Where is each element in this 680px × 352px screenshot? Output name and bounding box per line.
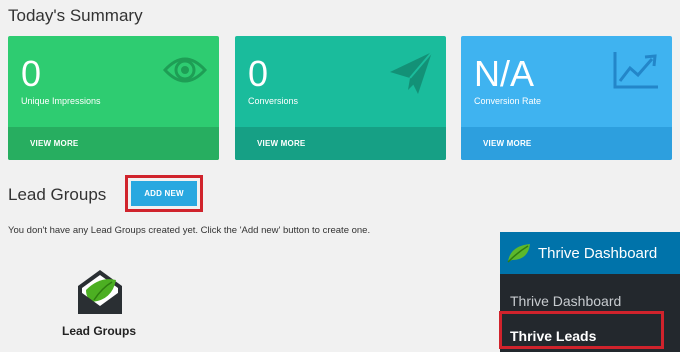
conversions-card: 0 Conversions VIEW MORE bbox=[235, 36, 446, 160]
leaf-icon bbox=[506, 242, 532, 264]
view-more-button[interactable]: VIEW MORE bbox=[235, 127, 446, 160]
eye-icon bbox=[162, 50, 208, 95]
view-more-button[interactable]: VIEW MORE bbox=[461, 127, 672, 160]
view-more-button[interactable]: VIEW MORE bbox=[8, 127, 219, 160]
unique-impressions-card: 0 Unique Impressions VIEW MORE bbox=[8, 36, 219, 160]
menu-item-thrive-dashboard[interactable]: Thrive Dashboard bbox=[510, 293, 621, 309]
summary-title: Today's Summary bbox=[8, 6, 143, 25]
card-label: Conversions bbox=[248, 96, 299, 106]
thrive-leads-highlight bbox=[499, 311, 664, 349]
card-label: Unique Impressions bbox=[21, 96, 101, 106]
lead-groups-title: Lead Groups bbox=[8, 185, 107, 204]
lead-groups-envelope-icon bbox=[72, 266, 128, 323]
trending-chart-icon bbox=[612, 50, 660, 95]
card-value: N/A bbox=[474, 53, 535, 94]
menu-header-label: Thrive Dashboard bbox=[538, 244, 658, 262]
thrive-dashboard-menu-header[interactable]: Thrive Dashboard bbox=[500, 232, 680, 274]
lead-groups-logo-label: Lead Groups bbox=[62, 324, 137, 338]
empty-state-message: You don't have any Lead Groups created y… bbox=[8, 225, 371, 236]
card-value: 0 bbox=[248, 53, 269, 94]
card-value: 0 bbox=[21, 53, 42, 94]
paper-plane-icon bbox=[388, 50, 434, 101]
card-label: Conversion Rate bbox=[474, 96, 542, 106]
add-new-button[interactable]: ADD NEW bbox=[131, 181, 197, 206]
conversion-rate-card: N/A Conversion Rate VIEW MORE bbox=[461, 36, 672, 160]
